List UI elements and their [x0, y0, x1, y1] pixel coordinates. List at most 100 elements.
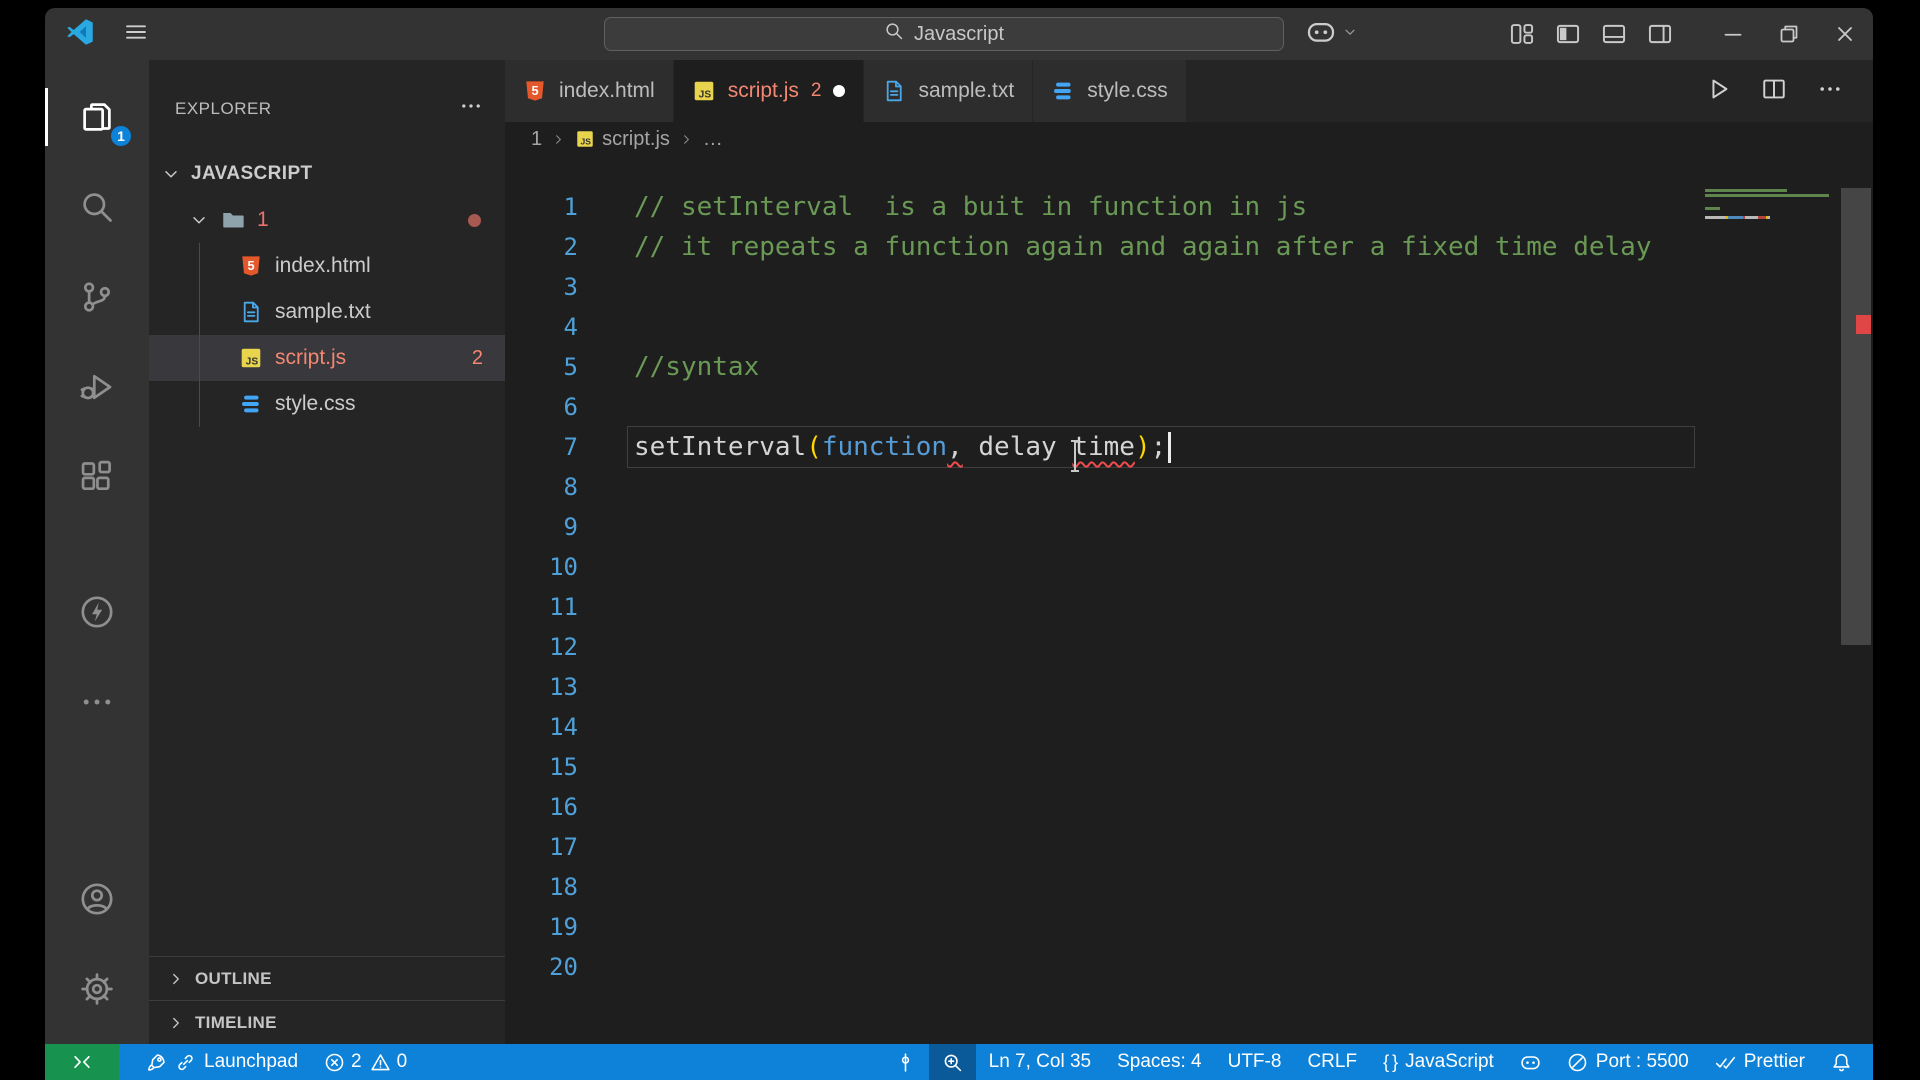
layout-icon [1509, 21, 1535, 47]
minimap-segment [1745, 216, 1759, 219]
line-number-12[interactable]: 12 [505, 627, 578, 667]
menu-icon[interactable] [123, 19, 149, 50]
line-number-15[interactable]: 15 [505, 747, 578, 787]
line-number-6[interactable]: 6 [505, 387, 578, 427]
chevron-right-icon [167, 1014, 185, 1032]
minimap-segment [1767, 216, 1770, 219]
rocket-icon [146, 1052, 167, 1073]
titlebar-layout-icon[interactable] [1499, 8, 1545, 60]
line-number-20[interactable]: 20 [505, 947, 578, 987]
status-notifications[interactable] [1818, 1044, 1865, 1080]
line-number-4[interactable]: 4 [505, 307, 578, 347]
line-number-14[interactable]: 14 [505, 707, 578, 747]
section-timeline[interactable]: TIMELINE [149, 1000, 505, 1044]
activity-run-and-debug[interactable] [45, 342, 149, 432]
file-index.html[interactable]: 5 index.html [149, 243, 505, 289]
indent-guide [199, 243, 200, 427]
titlebar-sidebar-left-icon[interactable] [1545, 8, 1591, 60]
line-number-2[interactable]: 2 [505, 227, 578, 267]
activity-extensions[interactable] [45, 432, 149, 522]
minimap-segment [1727, 216, 1744, 219]
status-indentation[interactable]: Spaces: 4 [1104, 1044, 1215, 1080]
ellipsis-icon[interactable] [459, 94, 483, 123]
section-outline[interactable]: OUTLINE [149, 956, 505, 1000]
folder-1[interactable]: 1 [149, 197, 505, 243]
restore-button[interactable] [1761, 8, 1817, 60]
minimap[interactable] [1697, 156, 1837, 1044]
status-copilot[interactable] [1507, 1044, 1554, 1080]
remote-indicator[interactable] [45, 1044, 119, 1080]
activity-settings[interactable] [45, 944, 149, 1034]
line-number-11[interactable]: 11 [505, 587, 578, 627]
status-live-server-port[interactable]: Port : 5500 [1554, 1044, 1702, 1080]
copilot-menu[interactable] [1306, 17, 1358, 52]
token: ) [1134, 432, 1151, 462]
file-sample.txt[interactable]: sample.txt [149, 289, 505, 335]
status-label: Launchpad [204, 1051, 299, 1072]
code-line-7[interactable]: setInterval(function, delay time); [634, 427, 1166, 467]
status-launchpad[interactable]: Launchpad [133, 1044, 311, 1080]
activity-search[interactable] [45, 162, 149, 252]
line-number-17[interactable]: 17 [505, 827, 578, 867]
breadcrumb-item[interactable]: … [703, 128, 723, 151]
activity-more-views[interactable] [45, 657, 149, 747]
tab-index.html[interactable]: 5 index.html [505, 60, 674, 122]
text-cursor [1168, 432, 1171, 463]
titlebar-panel-icon[interactable] [1591, 8, 1637, 60]
titlebar-sidebar-right-icon[interactable] [1637, 8, 1683, 60]
status-problems[interactable]: 20 [311, 1044, 420, 1080]
breadcrumb-item[interactable]: 1 [531, 128, 542, 151]
line-number-8[interactable]: 8 [505, 467, 578, 507]
line-number-3[interactable]: 3 [505, 267, 578, 307]
line-number-18[interactable]: 18 [505, 867, 578, 907]
line-number-5[interactable]: 5 [505, 347, 578, 387]
line-number-10[interactable]: 10 [505, 547, 578, 587]
status-bar-right: Ln 7, Col 35 Spaces: 4 UTF-8 CRLF { } JavaScr… [882, 1044, 1873, 1080]
file-script.js[interactable]: JS script.js 2 [149, 335, 505, 381]
code-line-1[interactable]: // setInterval is a buit in function in … [634, 187, 1307, 227]
html-icon: 5 [239, 254, 263, 278]
status-label: CRLF [1307, 1051, 1358, 1072]
code-line-2[interactable]: // it repeats a function again and again… [634, 227, 1651, 267]
status-zoom[interactable] [928, 1044, 976, 1080]
chevron-down-icon [189, 210, 209, 230]
line-number-9[interactable]: 9 [505, 507, 578, 547]
js-icon: JS [575, 129, 595, 149]
activity-source-control[interactable] [45, 252, 149, 342]
workspace-row[interactable]: JAVASCRIPT [149, 151, 505, 197]
line-number-19[interactable]: 19 [505, 907, 578, 947]
activity-live-server[interactable] [45, 567, 149, 657]
status-formatter[interactable]: Prettier [1702, 1044, 1818, 1080]
status-language-mode[interactable]: { } JavaScript [1370, 1044, 1507, 1080]
code-editor[interactable]: 1 2 3 4 5 6 7 8 9 10 11 12 13 14 15 16 17 18 19 20 // setIn… [505, 156, 1873, 1044]
line-number-13[interactable]: 13 [505, 667, 578, 707]
txt-icon [882, 79, 906, 103]
editor-scrollbar[interactable] [1841, 156, 1871, 1044]
split-editor-button[interactable] [1761, 76, 1787, 107]
activity-accounts[interactable] [45, 854, 149, 944]
tab-style.css[interactable]: style.css [1033, 60, 1187, 122]
run-file-button[interactable] [1705, 76, 1731, 107]
command-center-search[interactable]: Javascript [604, 17, 1284, 51]
code-line-5[interactable]: //syntax [634, 347, 759, 387]
line-number-7[interactable]: 7 [505, 427, 578, 467]
line-number-1[interactable]: 1 [505, 187, 578, 227]
line-number-16[interactable]: 16 [505, 787, 578, 827]
braces-icon: { } [1383, 1051, 1398, 1072]
status-encoding[interactable]: UTF-8 [1215, 1044, 1295, 1080]
scrollbar-slider[interactable] [1841, 188, 1871, 645]
modified-dot-icon[interactable] [833, 85, 846, 97]
close-button[interactable] [1817, 8, 1873, 60]
file-style.css[interactable]: style.css [149, 381, 505, 427]
copilot-icon [1306, 17, 1336, 47]
minimize-button[interactable] [1705, 8, 1761, 60]
status-end-of-line[interactable]: CRLF [1294, 1044, 1370, 1080]
status-cursor-position[interactable]: Ln 7, Col 35 [976, 1044, 1104, 1080]
more-actions-button[interactable] [1817, 76, 1843, 107]
token: // setInterval is a buit in function in … [634, 192, 1308, 222]
activity-explorer[interactable]: 1 [45, 72, 149, 162]
tab-script.js[interactable]: JS script.js 2 [673, 60, 865, 122]
status-caret-indicator[interactable] [882, 1044, 929, 1080]
tab-sample.txt[interactable]: sample.txt [864, 60, 1034, 122]
breadcrumb-item[interactable]: JS script.js [575, 128, 670, 151]
